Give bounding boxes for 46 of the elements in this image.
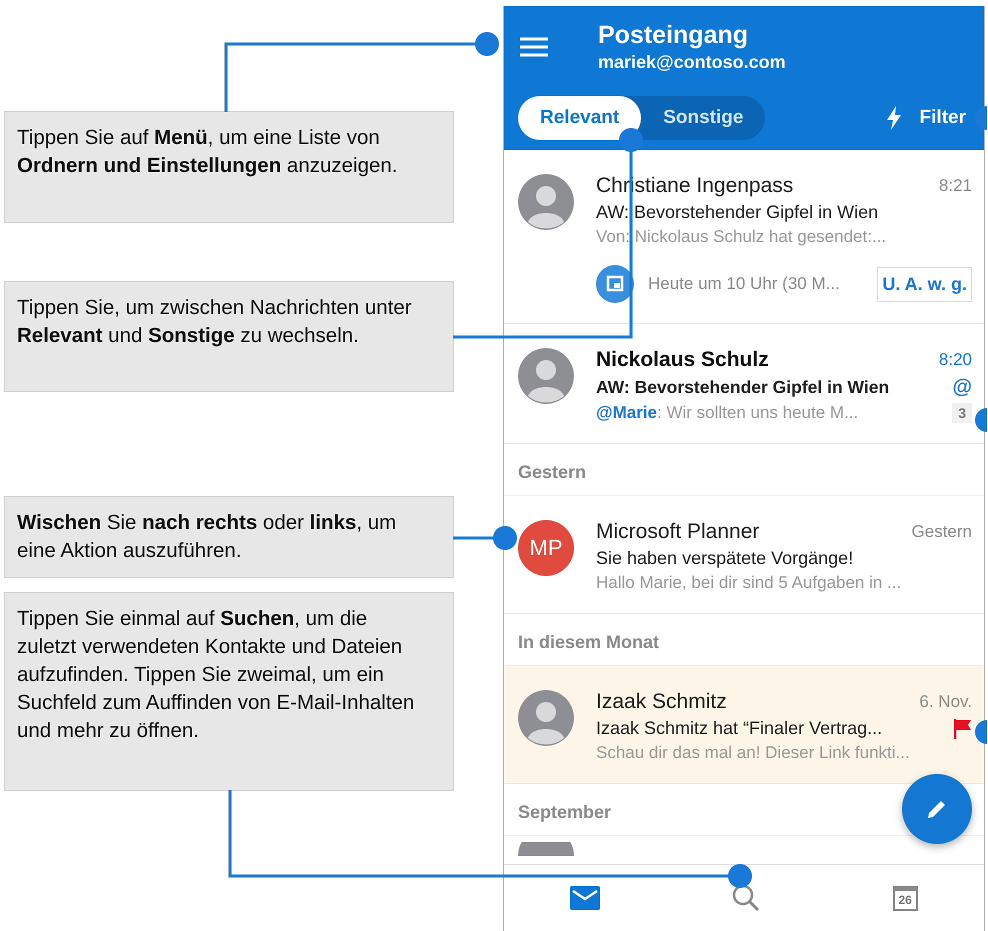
message-preview: Hallo Marie, bei dir sind 5 Aufgaben in ... — [596, 573, 902, 593]
avatar-silhouette-icon — [518, 348, 574, 404]
sender-name: Microsoft Planner — [596, 520, 760, 544]
calendar-tab[interactable]: 26 — [892, 886, 918, 910]
flag-icon — [954, 718, 972, 738]
message-time: 8:20 — [938, 350, 972, 370]
search-icon[interactable] — [732, 884, 760, 912]
avatar-silhouette-icon — [518, 690, 574, 746]
message-preview: @Marie: Wir sollten uns heute M... — [596, 403, 858, 423]
callout-connector — [453, 526, 517, 550]
menu-icon[interactable] — [520, 37, 548, 57]
message-subject: Sie haben verspätete Vorgänge! — [596, 548, 854, 569]
thread-count: 3 — [952, 403, 972, 423]
sender-name: Nickolaus Schulz — [596, 348, 769, 372]
compose-button[interactable] — [902, 774, 972, 844]
event-time: Heute um 10 Uhr (30 M... — [648, 274, 841, 294]
sender-name: Izaak Schmitz — [596, 690, 727, 714]
message-preview: Schau dir das mal an! Dieser Link funkti... — [596, 743, 910, 763]
mention-indicator: @ — [952, 376, 972, 399]
folder-title: Posteingang — [598, 20, 750, 50]
message-preview: Von: Nickolaus Schulz hat gesendet:... — [596, 227, 886, 247]
rsvp-button[interactable]: U. A. w. g. — [877, 266, 972, 302]
account-email: mariek@contoso.com — [598, 51, 786, 74]
message-subject: AW: Bevorstehender Gipfel in Wien — [596, 377, 890, 398]
message-subject: AW: Bevorstehender Gipfel in Wien — [596, 202, 878, 223]
message-time: Gestern — [912, 522, 972, 542]
message-time: 8:21 — [938, 176, 972, 196]
message-subject: Izaak Schmitz hat “Finaler Vertrag... — [596, 718, 882, 739]
message-item[interactable]: Izaak Schmitz 6. Nov. Izaak Schmitz hat “Finaler Vertrag... Schau dir das mal an! Dieser Link funkti... — [504, 666, 984, 784]
message-item[interactable]: MP Microsoft Planner Gestern Sie haben verspätete Vorgänge! Hallo Marie, bei dir sind 5 Aufgaben in ... — [504, 496, 984, 614]
callout-text: Wischen Sie nach rechts oder links, um eine Aktion auszuführen. — [5, 497, 453, 577]
avatar-silhouette-icon — [518, 174, 574, 230]
section-heading: Gestern — [504, 444, 984, 496]
inbox-tab[interactable]: Relevant — [518, 96, 642, 140]
message-time: 6. Nov. — [919, 692, 972, 712]
filter-button[interactable]: Filter — [886, 106, 972, 130]
mail-icon[interactable] — [570, 886, 600, 910]
avatar-initials: MP — [518, 520, 574, 576]
callout-text: Tippen Sie auf Menü, um eine Liste von Ordnern und Einstellungen anzuzeigen. — [5, 112, 453, 222]
message-item[interactable]: Nickolaus Schulz 8:20 AW: Bevorstehender Gipfel in Wien @ @Marie: Wir sollten uns heute M... 3 — [504, 324, 984, 444]
avatar-silhouette-icon — [518, 842, 574, 856]
calendar-event-icon — [596, 265, 634, 303]
callout-text: Tippen Sie, um zwischen Nachrichten unter Relevant und Sonstige zu wechseln. — [5, 282, 453, 391]
inbox-tab[interactable]: Sonstige — [641, 96, 766, 140]
callout-text: Tippen Sie einmal auf Suchen, um die zuletzt verwendeten Kontakte und Dateien aufzufinden. Tippen Sie zweimal, um ein Suchfeld zum Auffinden von E-Mail-Inhalten und mehr zu öffnen. — [5, 593, 453, 790]
lightning-icon — [886, 106, 902, 130]
